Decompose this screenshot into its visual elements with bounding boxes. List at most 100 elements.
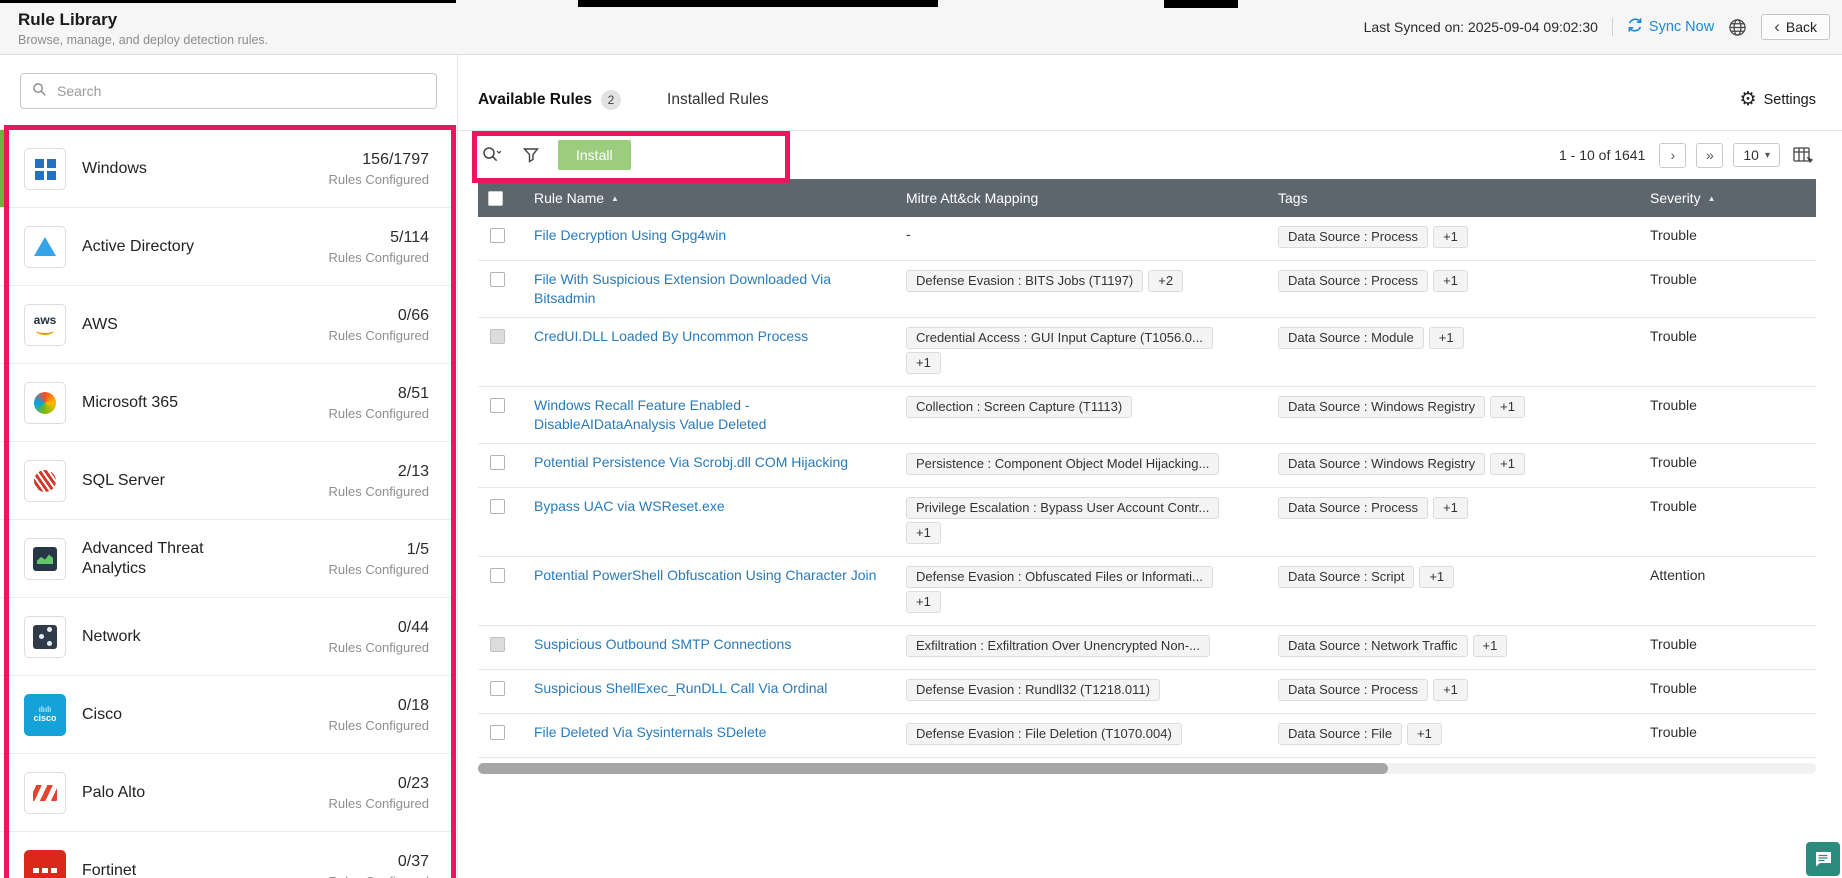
column-header-tags: Tags [1278,190,1308,206]
sidebar-item[interactable]: Microsoft 365 8/51 Rules Configured [0,364,457,442]
tags-more-chip[interactable]: +1 [1472,635,1508,657]
mitre-more-chip[interactable]: +1 [906,522,941,544]
row-checkbox[interactable] [490,499,505,514]
feedback-chat-button[interactable] [1806,842,1840,876]
rules-count: 1/5 [406,540,429,558]
rule-name-link[interactable]: File Decryption Using Gpg4win [534,226,726,245]
data-source-chip: Data Source : Module [1278,327,1424,349]
sidebar-item[interactable]: Windows 156/1797 Rules Configured [0,130,457,208]
pagination-info: 1 - 10 of 1641 [1558,147,1646,163]
vendor-icon [24,459,66,502]
sidebar-item[interactable]: Advanced Threat Analytics 1/5 Rules Conf… [0,520,457,598]
mitre-tag-chip: Collection : Screen Capture (T1113) [906,396,1133,418]
crop-artifact [578,0,938,7]
sidebar-item[interactable]: Network 0/44 Rules Configured [0,598,457,676]
sidebar-item-label: Fortinet [82,861,137,878]
select-all-checkbox[interactable] [488,190,503,206]
tab-available-rules[interactable]: Available Rules 2 [478,89,622,110]
last-synced-text: Last Synced on: 2025-09-04 09:02:30 [1363,19,1598,35]
mitre-tag-chip: Defense Evasion : File Deletion (T1070.0… [906,723,1182,745]
row-checkbox[interactable] [490,568,505,583]
mitre-more-chip[interactable]: +1 [906,591,941,613]
install-button[interactable]: Install [558,140,631,170]
column-search-icon[interactable] [478,142,504,168]
row-checkbox[interactable] [490,329,505,344]
severity-value: Attention [1650,567,1706,583]
horizontal-scrollbar-track[interactable] [478,763,1816,774]
mitre-empty-value: - [906,226,911,242]
rule-source-sidebar: Windows 156/1797 Rules Configured Active… [0,55,458,878]
row-checkbox[interactable] [490,228,505,243]
sidebar-item[interactable]: Active Directory 5/114 Rules Configured [0,208,457,286]
mitre-tag-chip: Persistence : Component Object Model Hij… [906,453,1220,475]
rule-name-link[interactable]: Bypass UAC via WSReset.exe [534,497,725,516]
row-checkbox[interactable] [490,681,505,696]
settings-button[interactable]: ⚙ Settings [1740,90,1816,109]
gear-icon: ⚙ [1739,89,1757,110]
tags-more-chip[interactable]: +1 [1419,566,1455,588]
rule-name-link[interactable]: Suspicious Outbound SMTP Connections [534,635,791,654]
sidebar-search-input[interactable] [20,73,437,109]
mitre-more-chip[interactable]: +1 [906,352,941,374]
table-row: Windows Recall Feature Enabled - Disable… [478,387,1816,444]
rule-name-link[interactable]: CredUI.DLL Loaded By Uncommon Process [534,327,808,346]
column-header-rule-name[interactable]: Rule Name ▲ [524,190,896,206]
rule-name-link[interactable]: Potential PowerShell Obfuscation Using C… [534,566,876,585]
tags-more-chip[interactable]: +1 [1433,497,1468,519]
table-row: CredUI.DLL Loaded By Uncommon Process Cr… [478,318,1816,387]
mitre-more-chip[interactable]: +2 [1148,270,1184,292]
crop-artifact [0,0,456,3]
sidebar-item[interactable]: AWS 0/66 Rules Configured [0,286,457,364]
rules-configured-label: Rules Configured [329,874,429,878]
rule-name-link[interactable]: Suspicious ShellExec_RunDLL Call Via Ord… [534,679,827,698]
rule-name-link[interactable]: File Deleted Via Sysinternals SDelete [534,723,766,742]
horizontal-scrollbar-thumb[interactable] [478,763,1388,774]
sidebar-item-label: Active Directory [82,237,195,255]
filter-icon[interactable] [518,142,544,168]
back-button[interactable]: ‹ Back [1761,14,1830,40]
tags-more-chip[interactable]: +1 [1490,396,1525,418]
row-checkbox[interactable] [490,272,505,287]
sync-now-button[interactable]: Sync Now [1627,17,1714,37]
next-page-button[interactable]: › [1659,142,1687,168]
row-checkbox[interactable] [490,637,505,652]
severity-value: Trouble [1650,271,1697,287]
last-page-button[interactable]: » [1696,142,1724,168]
sidebar-item-label: Windows [82,159,147,177]
rules-configured-label: Rules Configured [328,405,429,421]
tags-more-chip[interactable]: +1 [1407,723,1442,745]
sidebar-item[interactable]: Fortinet 0/37 Rules Configured [0,832,457,878]
tags-more-chip[interactable]: +1 [1433,679,1468,701]
table-body: File Decryption Using Gpg4win - Data Sou… [478,217,1816,758]
rules-count: 2/13 [397,462,429,480]
tags-more-chip[interactable]: +1 [1433,270,1468,292]
search-icon [33,83,46,96]
sidebar-item[interactable]: Cisco 0/18 Rules Configured [0,676,457,754]
row-checkbox[interactable] [490,398,505,413]
table-row: File Deleted Via Sysinternals SDelete De… [478,714,1816,758]
row-checkbox[interactable] [490,455,505,470]
page-title: Rule Library [18,9,118,29]
vendor-icon [24,693,66,736]
tags-more-chip[interactable]: +1 [1433,226,1468,248]
rule-name-link[interactable]: File With Suspicious Extension Downloade… [534,270,886,308]
sidebar-item[interactable]: Palo Alto 0/23 Rules Configured [0,754,457,832]
page-size-select[interactable]: 10 ▾ [1733,143,1780,167]
severity-value: Trouble [1650,724,1697,740]
tags-more-chip[interactable]: +1 [1490,453,1525,475]
globe-icon[interactable] [1728,18,1747,37]
vendor-icon [24,303,66,346]
rule-name-link[interactable]: Windows Recall Feature Enabled - Disable… [534,396,886,434]
chevron-left-icon: ‹ [1774,17,1780,36]
tab-installed-rules[interactable]: Installed Rules [667,91,769,109]
row-checkbox[interactable] [490,725,505,740]
column-chooser-icon[interactable] [1790,142,1816,168]
rules-configured-label: Rules Configured [328,171,429,187]
rule-name-link[interactable]: Potential Persistence Via Scrobj.dll COM… [534,453,848,472]
column-header-severity[interactable]: Severity ▲ [1640,190,1816,206]
sidebar-item[interactable]: SQL Server 2/13 Rules Configured [0,442,457,520]
tags-more-chip[interactable]: +1 [1428,327,1464,349]
rules-configured-label: Rules Configured [328,795,429,811]
sort-asc-icon: ▲ [611,193,619,203]
sidebar-item-label: Advanced Threat Analytics [82,539,204,577]
